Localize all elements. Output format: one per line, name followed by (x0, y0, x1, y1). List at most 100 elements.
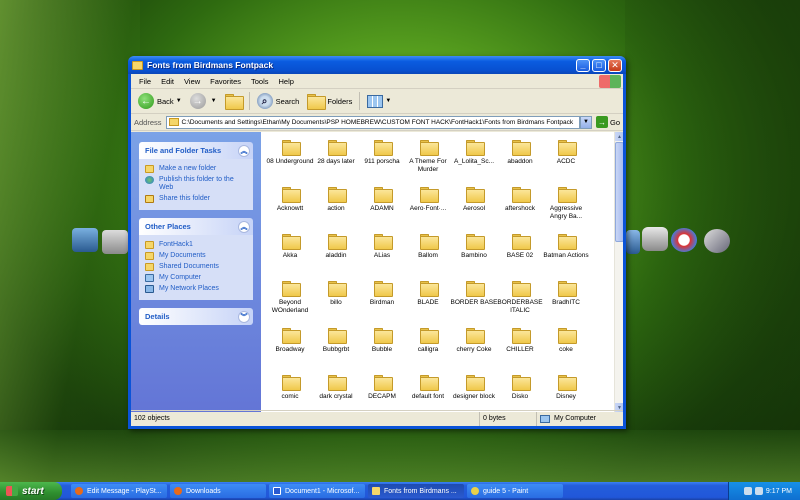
menu-help[interactable]: Help (274, 77, 299, 86)
no-entry-icon[interactable] (671, 228, 697, 252)
clock[interactable]: 9:17 PM (766, 488, 792, 495)
folder-item[interactable]: coke (543, 328, 589, 375)
place-my-documents-link[interactable]: My Documents (145, 252, 247, 260)
recycle-bin-icon[interactable] (642, 227, 668, 251)
folder-item[interactable]: abaddon (497, 140, 543, 187)
folder-item[interactable]: Batman Actions (543, 234, 589, 281)
vertical-scrollbar[interactable]: ▲ ▼ (614, 132, 623, 412)
folder-item[interactable]: Broadway (267, 328, 313, 375)
network-icon[interactable] (626, 230, 640, 254)
folder-item[interactable]: Bubbgrbt (313, 328, 359, 375)
monitor-icon[interactable] (72, 228, 98, 252)
folder-item[interactable]: Ballom (405, 234, 451, 281)
folder-item[interactable]: Disko (497, 375, 543, 412)
collapse-chevron-icon[interactable]: ︽ (238, 144, 250, 157)
file-folder-tasks-header[interactable]: File and Folder Tasks ︽ (139, 142, 253, 159)
chevron-down-icon[interactable]: ▼ (385, 98, 391, 104)
hard-drive-icon[interactable] (102, 230, 128, 254)
search-magnifier-icon[interactable] (704, 229, 730, 253)
menu-view[interactable]: View (179, 77, 205, 86)
taskbar-item-downloads[interactable]: Downloads (170, 484, 266, 498)
folder-item[interactable]: dark crystal (313, 375, 359, 412)
place-shared-documents-link[interactable]: Shared Documents (145, 263, 247, 271)
folder-item[interactable]: ADAMN (359, 187, 405, 234)
place-fonthack1-link[interactable]: FontHack1 (145, 241, 247, 249)
folder-item[interactable]: DECAPM (359, 375, 405, 412)
folder-item[interactable]: BradhITC (543, 281, 589, 328)
taskbar-item-explorer[interactable]: Fonts from Birdmans ... (368, 484, 464, 498)
folder-item[interactable]: BLADE (405, 281, 451, 328)
folder-item[interactable]: Aggressive Angry Ba... (543, 187, 589, 234)
folder-item[interactable]: Aero·Font·... (405, 187, 451, 234)
search-button[interactable]: ⌕ Search (254, 91, 303, 111)
folder-icon (281, 187, 301, 203)
maximize-button[interactable]: □ (592, 58, 606, 72)
firefox-icon (174, 487, 182, 495)
start-button[interactable]: start (0, 482, 62, 500)
menu-file[interactable]: File (134, 77, 156, 86)
address-input[interactable]: C:\Documents and Settings\Ethan\My Docum… (165, 115, 580, 129)
folder-item[interactable]: A Theme For Murder (405, 140, 451, 187)
volume-tray-icon[interactable] (754, 487, 763, 495)
folder-item[interactable]: aladdin (313, 234, 359, 281)
address-dropdown-button[interactable]: ▼ (579, 115, 592, 129)
folder-item[interactable]: comic (267, 375, 313, 412)
folder-item[interactable]: ALias (359, 234, 405, 281)
folder-item[interactable]: Acknowtt (267, 187, 313, 234)
close-button[interactable]: ✕ (608, 58, 622, 72)
folder-item[interactable]: 28 days later (313, 140, 359, 187)
share-folder-link[interactable]: Share this folder (145, 195, 247, 203)
folder-item[interactable]: CHILLER (497, 328, 543, 375)
menu-edit[interactable]: Edit (156, 77, 179, 86)
folder-item[interactable]: ACDC (543, 140, 589, 187)
scroll-thumb[interactable] (615, 142, 623, 242)
up-folder-button[interactable] (222, 91, 245, 111)
folder-item[interactable]: billo (313, 281, 359, 328)
taskbar-item-playstation[interactable]: Edit Message - PlaySt... (71, 484, 167, 498)
window-titlebar[interactable]: Fonts from Birdmans Fontpack _ □ ✕ (128, 56, 626, 74)
folder-item[interactable]: Aerosol (451, 187, 497, 234)
go-button[interactable]: → Go (595, 116, 620, 128)
folder-item[interactable]: A_Lolita_Sc... (451, 140, 497, 187)
publish-folder-link[interactable]: Publish this folder to the Web (145, 176, 247, 192)
other-places-header[interactable]: Other Places ︽ (139, 218, 253, 235)
scroll-up-button[interactable]: ▲ (615, 132, 623, 141)
forward-button[interactable]: → ▼ (187, 91, 220, 111)
back-button[interactable]: ← Back ▼ (135, 91, 185, 111)
folder-item[interactable]: designer block (451, 375, 497, 412)
folder-item[interactable]: Bubble (359, 328, 405, 375)
place-my-computer-link[interactable]: My Computer (145, 274, 247, 282)
folders-button[interactable]: Folders (304, 91, 355, 111)
chevron-down-icon[interactable]: ▼ (211, 98, 217, 104)
folder-item[interactable]: 911 porscha (359, 140, 405, 187)
folder-item[interactable]: Akka (267, 234, 313, 281)
folder-item[interactable]: action (313, 187, 359, 234)
folder-item[interactable]: Disney (543, 375, 589, 412)
taskbar-item-word[interactable]: Document1 - Microsof... (269, 484, 365, 498)
folder-item[interactable]: Bambino (451, 234, 497, 281)
address-value: C:\Documents and Settings\Ethan\My Docum… (181, 118, 574, 126)
network-tray-icon[interactable] (743, 487, 752, 495)
chevron-down-icon[interactable]: ▼ (176, 98, 182, 104)
menu-tools[interactable]: Tools (246, 77, 274, 86)
taskbar-item-paint[interactable]: guide 5 - Paint (467, 484, 563, 498)
folder-item[interactable]: calligra (405, 328, 451, 375)
new-folder-icon (145, 165, 154, 173)
details-header[interactable]: Details ︾ (139, 308, 253, 325)
folder-item[interactable]: default font (405, 375, 451, 412)
minimize-button[interactable]: _ (576, 58, 590, 72)
folder-item[interactable]: Beyond WOnderland (267, 281, 313, 328)
folder-item[interactable]: cherry Coke (451, 328, 497, 375)
menu-favorites[interactable]: Favorites (205, 77, 246, 86)
expand-chevron-icon[interactable]: ︾ (238, 310, 250, 323)
folder-item[interactable]: BORDER BASE (451, 281, 497, 328)
folder-item[interactable]: BASE 02 (497, 234, 543, 281)
folder-item[interactable]: aftershock (497, 187, 543, 234)
make-new-folder-link[interactable]: Make a new folder (145, 165, 247, 173)
collapse-chevron-icon[interactable]: ︽ (238, 220, 250, 233)
folder-item[interactable]: Birdman (359, 281, 405, 328)
views-button[interactable]: ▼ (364, 91, 394, 111)
folder-item[interactable]: 08 Underground (267, 140, 313, 187)
folder-item[interactable]: BORDERBASE ITALIC (497, 281, 543, 328)
place-network-link[interactable]: My Network Places (145, 285, 247, 293)
